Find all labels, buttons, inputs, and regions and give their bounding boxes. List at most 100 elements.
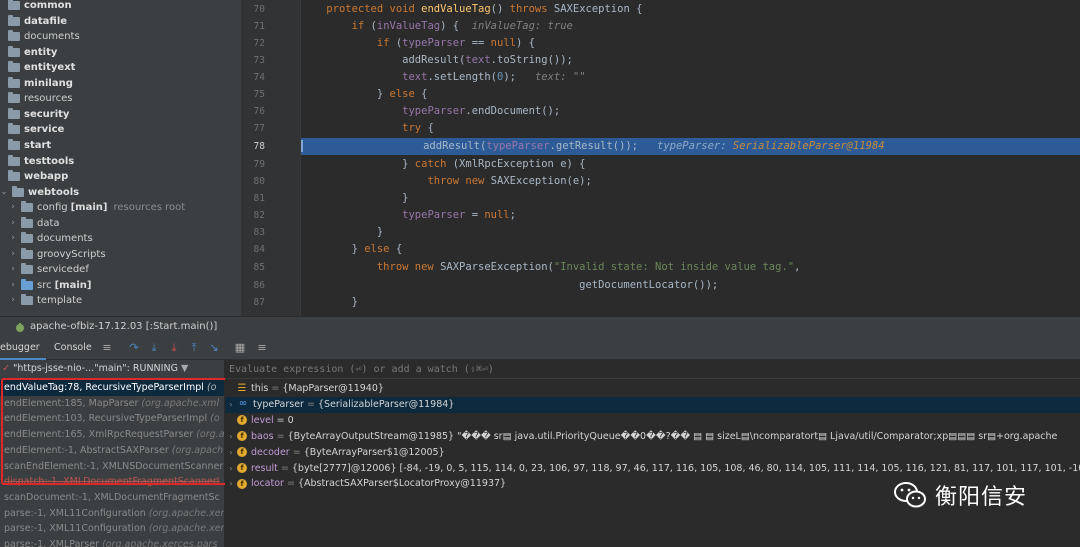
tab-debugger[interactable]: ebugger — [0, 336, 46, 360]
run-to-cursor-icon[interactable]: ↘ — [207, 341, 221, 355]
code-editor[interactable]: protected void endValueTag() throws SAXE… — [301, 0, 1080, 316]
tree-item[interactable]: service — [8, 122, 64, 137]
stack-frame[interactable]: parse:-1, XMLParser (org.apache.xerces.p… — [0, 537, 224, 547]
chevron-down-icon[interactable]: ⌄ — [0, 185, 9, 200]
tree-item[interactable]: testtools — [8, 154, 74, 169]
tree-item[interactable]: ⌄ webtools — [0, 185, 79, 200]
evaluate-expression-input[interactable]: Evaluate expression (⏎) or add a watch (… — [225, 360, 1080, 379]
tree-item[interactable]: minilang — [8, 76, 73, 91]
tree-item-label: config — [37, 202, 68, 214]
chevron-right-icon[interactable]: › — [8, 200, 18, 215]
wechat-icon — [894, 482, 926, 508]
thread-selector[interactable]: ✓ "https-jsse-nio-..."main": RUNNING ▼ — [0, 360, 224, 378]
chevron-right-icon[interactable]: › — [225, 397, 237, 413]
line-number[interactable]: 75 — [241, 86, 265, 103]
tree-item[interactable]: datafile — [8, 14, 67, 29]
variable-row[interactable]: › ∞ typeParser = {SerializableParser@11984… — [225, 396, 1080, 413]
tab-console[interactable]: Console — [54, 336, 92, 360]
tree-item[interactable]: › groovyScripts — [8, 247, 106, 262]
line-number[interactable]: 72 — [241, 35, 265, 52]
line-number[interactable]: 79 — [241, 156, 265, 173]
line-number[interactable]: 74 — [241, 69, 265, 86]
code-line-74: text.setLength(0); text: "" — [402, 71, 586, 83]
chevron-right-icon[interactable]: › — [225, 429, 237, 445]
variable-value: {SerializableParser@11984} — [317, 398, 455, 410]
variable-name: decoder — [251, 446, 290, 458]
inline-hint: inValueTag: true — [471, 20, 573, 32]
line-number[interactable]: 82 — [241, 207, 265, 224]
line-number[interactable]: 73 — [241, 52, 265, 69]
tree-item[interactable]: resources — [8, 91, 72, 106]
chevron-right-icon[interactable]: › — [8, 247, 18, 262]
tree-item[interactable]: › servicedef — [8, 262, 89, 277]
variable-value: {byte[2777]@12006} [-84, -19, 0, 5, 115,… — [291, 462, 1080, 474]
line-number[interactable]: 85 — [241, 259, 265, 276]
field-icon: f — [237, 447, 247, 458]
tree-item-label: servicedef — [37, 264, 89, 276]
code-line-85: throw new SAXParseException("Invalid sta… — [376, 261, 801, 273]
line-number[interactable]: 87 — [241, 294, 265, 311]
line-number[interactable]: 81 — [241, 190, 265, 207]
variable-row[interactable]: f level = 0 — [225, 413, 1080, 429]
tree-item[interactable]: documents — [8, 29, 80, 44]
code-line-84: } else { — [301, 243, 403, 255]
tree-item[interactable]: common — [8, 0, 72, 13]
layout-icon[interactable]: ≡ — [255, 341, 269, 355]
variable-name: this — [251, 383, 269, 394]
folder-icon — [8, 45, 20, 57]
chevron-right-icon[interactable]: › — [8, 216, 18, 231]
tree-item-label: documents — [24, 31, 80, 43]
line-number[interactable]: 78 — [241, 138, 265, 155]
chevron-right-icon[interactable]: › — [225, 445, 237, 461]
chevron-right-icon[interactable]: › — [8, 278, 18, 293]
tree-item[interactable]: entity — [8, 45, 57, 60]
variable-row[interactable]: › f decoder = {ByteArrayParser$1@12005} — [225, 445, 1080, 461]
line-number[interactable]: 84 — [241, 241, 265, 258]
chevron-right-icon[interactable]: › — [8, 293, 18, 308]
inline-hint-name: typeParser: — [657, 140, 727, 152]
watermark-text: 衡阳信安 — [935, 485, 1028, 510]
tree-item[interactable]: webapp — [8, 169, 68, 184]
variable-row[interactable]: › f baos = {ByteArrayOutputStream@11985} "… — [225, 429, 1080, 445]
tree-item[interactable]: › documents — [8, 231, 93, 246]
chevron-right-icon[interactable]: › — [225, 476, 237, 492]
step-over-icon[interactable]: ↷ — [127, 341, 141, 355]
variable-row[interactable]: ☰ this = {MapParser@11940} — [225, 381, 1080, 397]
folder-icon — [8, 138, 20, 150]
line-number[interactable]: 77 — [241, 120, 265, 137]
tree-item[interactable]: › src [main] — [8, 278, 91, 293]
filter-icon[interactable]: ▼ — [181, 363, 188, 374]
line-number[interactable]: 83 — [241, 224, 265, 241]
menu-icon[interactable]: ≡ — [100, 341, 114, 355]
tree-item[interactable]: start — [8, 138, 51, 153]
stack-frame[interactable]: scanDocument:-1, XMLDocumentFragmentSc — [0, 490, 224, 506]
line-number[interactable]: 76 — [241, 103, 265, 120]
tree-item[interactable]: › data — [8, 216, 60, 231]
folder-icon — [21, 247, 33, 259]
step-into-icon[interactable]: ⤓ — [147, 341, 161, 355]
check-icon: ✓ — [2, 363, 10, 374]
tree-item[interactable]: entityext — [8, 60, 75, 75]
chevron-right-icon[interactable]: › — [225, 461, 237, 477]
chevron-right-icon[interactable]: › — [8, 262, 18, 277]
tree-item-label: common — [24, 0, 72, 11]
step-out-icon[interactable]: ⤒ — [187, 341, 201, 355]
line-number[interactable]: 71 — [241, 18, 265, 35]
tree-item[interactable]: › config [main] resources root — [8, 200, 185, 215]
folder-icon — [21, 278, 33, 290]
evaluate-icon[interactable]: ▦ — [233, 341, 247, 355]
line-number[interactable]: 86 — [241, 277, 265, 294]
code-line-75: } else { — [301, 88, 428, 100]
frame-package: (org.apache.xerces.pars — [102, 539, 218, 547]
run-config-label[interactable]: apache-ofbiz-17.12.03 [:Start.main()] — [30, 317, 217, 337]
tree-item[interactable]: › template — [8, 293, 82, 308]
frame-method: parse:-1, XMLParser — [4, 539, 99, 547]
tree-item[interactable]: security — [8, 107, 69, 122]
force-step-into-icon[interactable]: ⤓ — [167, 341, 181, 355]
line-number[interactable]: 70 — [241, 1, 265, 18]
stack-frame[interactable]: parse:-1, XML11Configuration (org.apache… — [0, 521, 224, 537]
line-number[interactable]: 80 — [241, 173, 265, 190]
stack-frame[interactable]: parse:-1, XML11Configuration (org.apache… — [0, 506, 224, 522]
chevron-right-icon[interactable]: › — [8, 231, 18, 246]
variables-panel: Evaluate expression (⏎) or add a watch (… — [225, 360, 1080, 547]
